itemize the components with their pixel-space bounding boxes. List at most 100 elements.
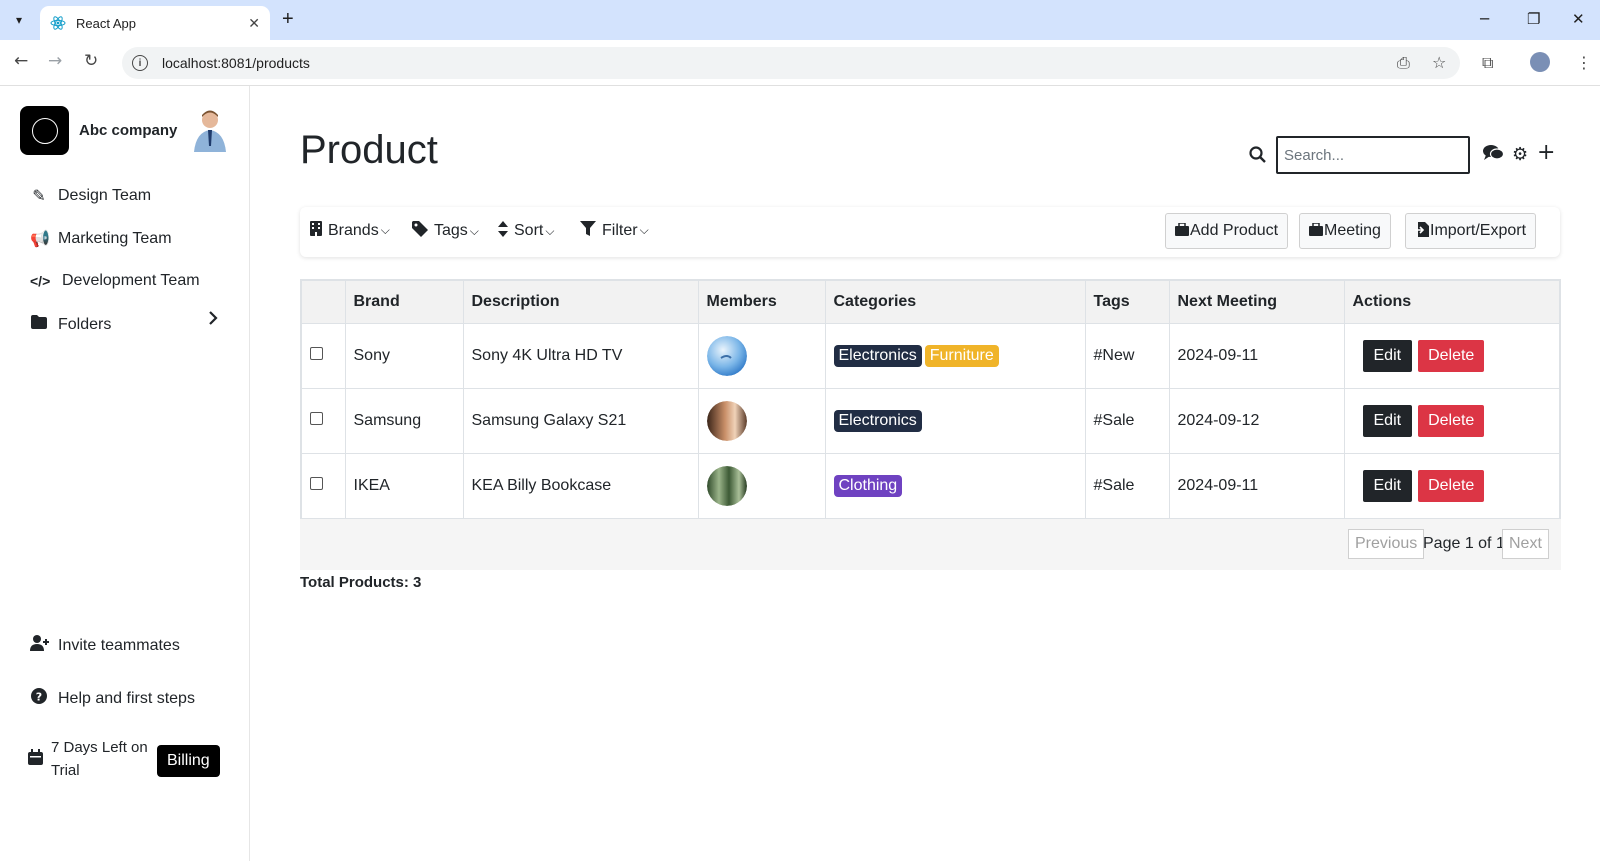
- member-avatar[interactable]: [706, 335, 747, 376]
- total-products: Total Products: 3: [300, 574, 422, 591]
- search-input[interactable]: [1276, 136, 1470, 174]
- new-tab-icon[interactable]: +: [282, 8, 294, 31]
- brand-cell: IKEA: [345, 453, 464, 518]
- tags-cell: #New: [1085, 323, 1170, 389]
- gear-icon[interactable]: ⚙: [1512, 144, 1528, 165]
- categories-column-header[interactable]: Categories: [825, 281, 1086, 324]
- briefcase-icon: [1309, 222, 1323, 239]
- url-field[interactable]: i localhost:8081/products: [122, 47, 1460, 79]
- brands-dropdown[interactable]: Brands ⌵: [310, 221, 390, 240]
- sidebar-item-marketing-team[interactable]: 📢 Marketing Team: [30, 229, 172, 249]
- next-meeting-cell: 2024-09-11: [1169, 323, 1345, 389]
- address-bar: ← → ↻ i localhost:8081/products ⎙ ☆ ⧉ ⋮: [0, 40, 1600, 86]
- category-badge: Electronics: [833, 409, 922, 432]
- chevron-down-icon: ⌵: [545, 223, 555, 238]
- filter-label: Filter: [602, 221, 638, 239]
- window-close-icon[interactable]: ✕: [1572, 10, 1585, 28]
- briefcase-icon: [1175, 222, 1189, 239]
- chevron-down-icon: ⌵: [639, 223, 649, 237]
- filter-dropdown[interactable]: Filter ⌵: [580, 221, 649, 240]
- help-link[interactable]: ? Help and first steps: [30, 688, 195, 709]
- member-avatar[interactable]: [706, 465, 747, 506]
- row-checkbox[interactable]: [310, 476, 323, 490]
- file-import-icon: [1415, 222, 1429, 240]
- sidebar-item-development-team[interactable]: </> Development Team: [30, 272, 200, 290]
- toolbar: Brands ⌵ Tags ⌵ Sort ⌵ Filter ⌵ Add Prod…: [300, 207, 1560, 257]
- next-page-button[interactable]: Next: [1502, 529, 1549, 559]
- meeting-button[interactable]: Meeting: [1299, 213, 1391, 249]
- add-product-button[interactable]: Add Product: [1165, 213, 1289, 249]
- url-text: localhost:8081/products: [162, 55, 310, 71]
- tab-search-chevron-icon[interactable]: ▾: [6, 7, 32, 33]
- more-menu-icon[interactable]: ⋮: [1576, 53, 1592, 72]
- row-checkbox[interactable]: [310, 411, 323, 425]
- previous-page-button[interactable]: Previous: [1348, 529, 1425, 559]
- actions-cell: Edit Delete: [1344, 453, 1559, 518]
- sidebar-item-folders[interactable]: Folders: [30, 315, 111, 334]
- table-row: Samsung Samsung Galaxy S21 Electronics #…: [302, 388, 1559, 454]
- row-checkbox[interactable]: [310, 346, 323, 360]
- minimize-icon[interactable]: ─: [1480, 10, 1489, 28]
- members-cell: [698, 323, 826, 389]
- invite-label: Invite teammates: [58, 636, 180, 654]
- chat-icon[interactable]: [1483, 144, 1505, 166]
- category-badge: Clothing: [833, 474, 903, 497]
- search-icon[interactable]: [1249, 146, 1266, 167]
- meeting-label: Meeting: [1324, 222, 1381, 239]
- install-app-icon[interactable]: ⎙: [1397, 53, 1410, 73]
- products-table: Brand Description Members Categories Tag…: [300, 279, 1561, 520]
- description-column-header[interactable]: Description: [463, 281, 699, 324]
- sidebar-item-label: Folders: [58, 315, 112, 333]
- company-logo-icon: [20, 106, 69, 155]
- chevron-right-icon[interactable]: [208, 310, 218, 331]
- sort-dropdown[interactable]: Sort ⌵: [498, 221, 554, 241]
- sidebar-item-design-team[interactable]: ✎ Design Team: [30, 186, 151, 206]
- categories-cell: Electronics: [825, 388, 1086, 454]
- extensions-icon[interactable]: ⧉: [1482, 53, 1493, 73]
- brands-label: Brands: [328, 221, 379, 239]
- chevron-down-icon: ⌵: [380, 223, 390, 237]
- page-title: Product: [300, 128, 438, 172]
- import-export-button[interactable]: Import/Export: [1405, 213, 1537, 249]
- brand-cell: Samsung: [345, 388, 464, 454]
- edit-button[interactable]: Edit: [1362, 404, 1413, 437]
- member-avatar[interactable]: [706, 400, 747, 441]
- browser-tabbar: ▾ React App ✕ + ─ ❐ ✕: [0, 0, 1600, 40]
- invite-teammates-link[interactable]: Invite teammates: [30, 635, 180, 656]
- filter-icon: [580, 221, 596, 240]
- tab-title: React App: [76, 15, 136, 31]
- question-circle-icon: ?: [30, 688, 48, 709]
- browser-tab[interactable]: React App ✕: [40, 6, 270, 40]
- billing-button[interactable]: Billing: [157, 745, 220, 777]
- brand-cell: Sony: [345, 323, 464, 389]
- tab-close-icon[interactable]: ✕: [248, 15, 260, 32]
- delete-button[interactable]: Delete: [1418, 404, 1485, 437]
- tags-column-header[interactable]: Tags: [1085, 281, 1170, 324]
- delete-button[interactable]: Delete: [1418, 339, 1485, 372]
- building-icon: [310, 221, 322, 240]
- restore-icon[interactable]: ❐: [1527, 10, 1540, 28]
- categories-cell: Electronics Furniture: [825, 323, 1086, 389]
- sort-icon: [498, 221, 508, 241]
- next-meeting-column-header[interactable]: Next Meeting: [1169, 281, 1345, 324]
- sidebar: Abc company ✎ Design Team 📢 Marketing Te…: [0, 86, 250, 861]
- add-icon[interactable]: +: [1537, 140, 1555, 165]
- next-meeting-cell: 2024-09-12: [1169, 388, 1345, 454]
- user-plus-icon: [30, 635, 49, 656]
- tags-dropdown[interactable]: Tags ⌵: [412, 221, 479, 241]
- reload-icon[interactable]: ↻: [84, 51, 98, 71]
- brand-column-header[interactable]: Brand: [345, 281, 464, 324]
- delete-button[interactable]: Delete: [1418, 469, 1485, 502]
- user-avatar[interactable]: [190, 108, 230, 152]
- edit-button[interactable]: Edit: [1362, 339, 1413, 372]
- edit-button[interactable]: Edit: [1362, 469, 1413, 502]
- site-info-icon[interactable]: i: [132, 55, 148, 71]
- sidebar-item-label: Design Team: [58, 187, 152, 204]
- profile-avatar-icon[interactable]: [1530, 52, 1550, 72]
- sidebar-item-label: Development Team: [62, 272, 200, 289]
- forward-icon[interactable]: →: [48, 51, 62, 71]
- tags-cell: #Sale: [1085, 388, 1170, 454]
- members-column-header[interactable]: Members: [698, 281, 826, 324]
- back-icon[interactable]: ←: [14, 51, 28, 71]
- bookmark-star-icon[interactable]: ☆: [1432, 53, 1446, 72]
